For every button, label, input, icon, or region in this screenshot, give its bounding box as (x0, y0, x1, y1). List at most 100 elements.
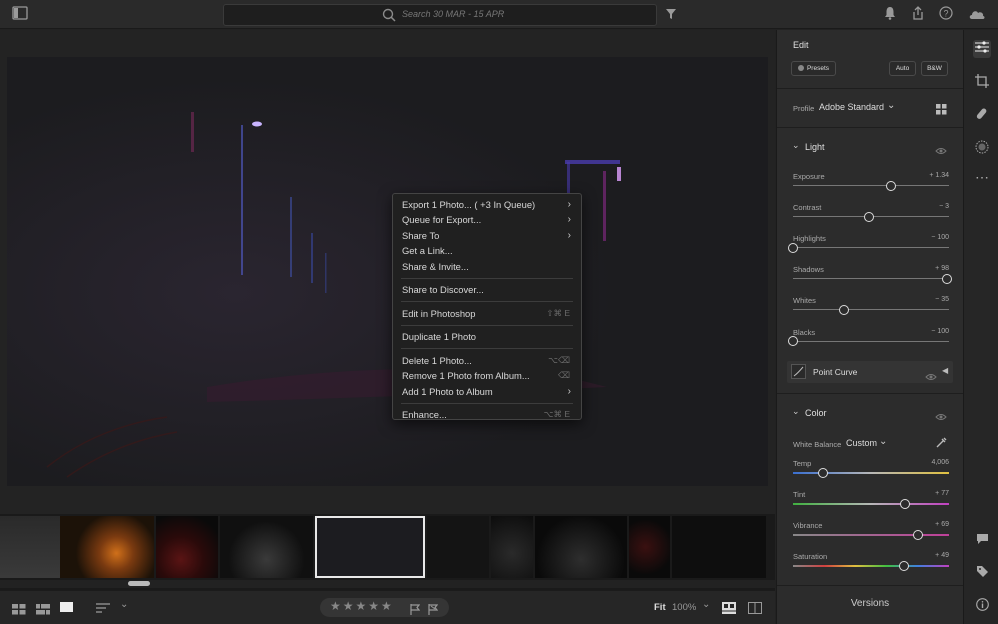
point-curve-row[interactable]: Point Curve ◀ (787, 361, 953, 383)
pick-flag-icon[interactable] (410, 602, 421, 620)
filmstrip-scrollbar[interactable] (0, 580, 775, 588)
filmstrip-thumbnail[interactable] (629, 516, 670, 578)
square-grid-icon[interactable] (12, 602, 26, 620)
chevron-down-icon[interactable]: ⌄ (120, 599, 128, 610)
slider-knob[interactable] (942, 273, 953, 284)
filmstrip-thumbnail[interactable] (60, 516, 154, 578)
share-icon[interactable] (908, 5, 928, 25)
help-icon[interactable]: ? (936, 5, 956, 25)
more-options-icon[interactable]: ⋯ (973, 168, 991, 186)
slider-knob[interactable] (898, 560, 909, 571)
filter-icon[interactable] (661, 5, 681, 25)
filmstrip-thumbnail[interactable] (220, 516, 313, 578)
reject-flag-icon[interactable] (428, 602, 439, 620)
context-menu-item[interactable]: Queue for Export... › (393, 212, 581, 227)
slider-knob[interactable] (788, 336, 798, 346)
context-menu-item[interactable]: Edit in Photoshop ⇧⌘ E (393, 306, 581, 321)
filmstrip-thumbnail-selected[interactable] (315, 516, 425, 578)
healing-icon[interactable] (973, 107, 991, 125)
eyedropper-icon[interactable] (935, 436, 947, 454)
tag-icon[interactable] (973, 565, 991, 583)
filmstrip-thumbnail[interactable] (491, 516, 533, 578)
filmstrip-thumbnail[interactable] (672, 516, 766, 578)
bell-icon[interactable] (880, 5, 900, 25)
color-section-title[interactable]: Color (805, 408, 827, 418)
slider-value[interactable]: + 69 (935, 521, 949, 528)
slider-track[interactable] (793, 503, 949, 506)
expand-arrow-icon[interactable]: ◀ (942, 366, 948, 375)
slider-knob[interactable] (886, 180, 897, 191)
edit-sliders-icon[interactable] (973, 40, 991, 58)
context-menu-item[interactable]: Export 1 Photo... ( +3 In Queue) › (393, 197, 581, 212)
fit-button[interactable]: Fit (654, 602, 666, 613)
slider-knob[interactable] (788, 242, 798, 253)
context-menu-item[interactable]: Share to Discover... (393, 282, 581, 297)
filmstrip-thumbnail[interactable] (427, 516, 489, 578)
context-menu-item[interactable]: Add 1 Photo to Album › (393, 384, 581, 399)
slider-value[interactable]: + 77 (935, 490, 949, 497)
search-field[interactable]: Search 30 MAR - 15 APR (223, 4, 657, 26)
slider-knob[interactable] (864, 211, 875, 222)
detail-view-icon[interactable] (60, 602, 73, 612)
auto-button[interactable]: Auto (889, 61, 916, 76)
slider-value[interactable]: + 49 (935, 552, 949, 559)
filmstrip-thumbnail[interactable] (535, 516, 627, 578)
before-after-icon[interactable] (722, 601, 736, 619)
crop-icon[interactable] (973, 74, 991, 92)
slider-track[interactable] (793, 247, 949, 249)
slider-knob[interactable] (912, 529, 923, 540)
color-collapse-chevron-icon[interactable]: ⌄ (792, 406, 800, 417)
presets-button[interactable]: Presets (791, 61, 836, 76)
eye-icon[interactable] (935, 142, 947, 160)
context-menu-item[interactable]: Duplicate 1 Photo (393, 329, 581, 344)
cloud-icon[interactable] (967, 5, 987, 25)
masking-icon[interactable] (973, 140, 991, 158)
slider-track[interactable] (793, 309, 949, 311)
bw-button[interactable]: B&W (921, 61, 948, 76)
light-section-title[interactable]: Light (805, 142, 825, 152)
photo-grid-icon[interactable] (36, 602, 50, 620)
slider-value[interactable]: − 3 (939, 203, 949, 210)
profile-dropdown[interactable]: Adobe Standard (819, 102, 884, 112)
slider-value[interactable]: − 35 (935, 296, 949, 303)
slider-track[interactable] (793, 472, 949, 474)
star-rating-icons[interactable]: ★★★★★ (330, 599, 394, 613)
context-menu-item[interactable]: Share To › (393, 228, 581, 243)
slider-track[interactable] (793, 185, 949, 186)
photo-canvas[interactable] (0, 30, 775, 514)
eye-icon[interactable] (935, 408, 947, 426)
slider-value[interactable]: + 1.34 (929, 172, 949, 179)
slider-track[interactable] (793, 565, 949, 568)
slider-track[interactable] (793, 340, 949, 342)
sidebar-toggle-icon[interactable] (10, 5, 30, 25)
slider-knob[interactable] (817, 467, 828, 478)
context-menu-item[interactable]: Enhance... ⌥⌘ E (393, 407, 581, 422)
context-menu-item[interactable]: Delete 1 Photo... ⌥⌫ (393, 353, 581, 368)
filmstrip-thumbnail[interactable] (156, 516, 218, 578)
slider-value[interactable]: − 100 (931, 328, 949, 335)
zoom-chevron-icon[interactable]: ⌄ (702, 599, 710, 610)
slider-track[interactable] (793, 534, 949, 537)
context-menu-item[interactable]: Get a Link... (393, 243, 581, 258)
compare-split-icon[interactable] (748, 601, 762, 619)
chevron-down-icon[interactable]: ⌄ (887, 100, 895, 111)
white-balance-dropdown[interactable]: Custom (846, 438, 877, 448)
context-menu-item[interactable]: Share & Invite... (393, 259, 581, 274)
slider-track[interactable] (793, 278, 949, 280)
eye-icon[interactable] (925, 368, 937, 386)
slider-value[interactable]: 4,006 (931, 459, 949, 466)
filmstrip-scroll-thumb[interactable] (128, 581, 150, 586)
info-icon[interactable] (973, 598, 991, 616)
zoom-level[interactable]: 100% (672, 602, 696, 613)
main-photo[interactable] (7, 57, 768, 486)
sort-icon[interactable] (96, 601, 110, 619)
comment-icon[interactable] (973, 532, 991, 550)
context-menu-item[interactable]: Remove 1 Photo from Album... ⌫ (393, 368, 581, 383)
light-collapse-chevron-icon[interactable]: ⌄ (792, 140, 800, 151)
slider-knob[interactable] (900, 498, 911, 509)
slider-value[interactable]: + 98 (935, 265, 949, 272)
profile-browser-icon[interactable] (936, 102, 947, 120)
versions-button[interactable]: Versions (777, 598, 963, 609)
slider-value[interactable]: − 100 (931, 234, 949, 241)
chevron-down-icon[interactable]: ⌄ (879, 436, 887, 447)
